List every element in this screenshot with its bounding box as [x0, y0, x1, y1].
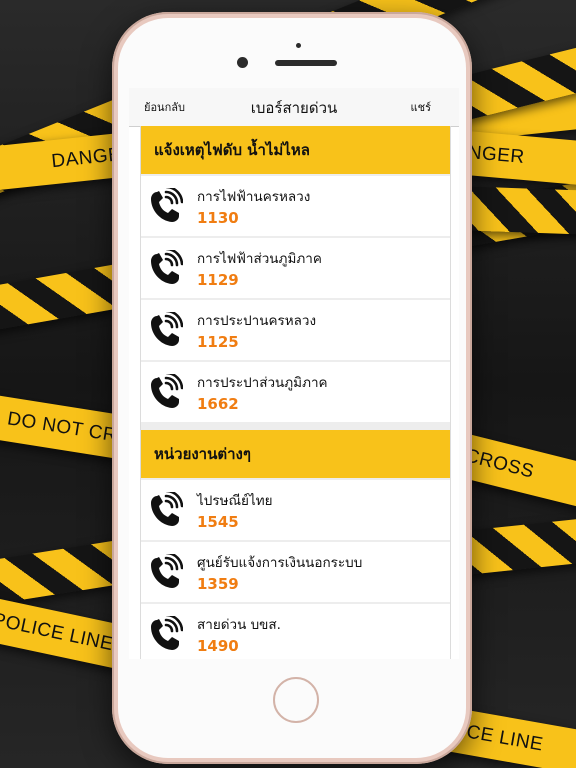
hotline-name: การไฟฟ้านครหลวง — [197, 189, 311, 205]
hotline-name: การประปาส่วนภูมิภาค — [197, 375, 328, 391]
hotline-list: แจ้งเหตุไฟดับ น้ำไม่ไหลการไฟฟ้านครหลวง 11… — [140, 126, 451, 659]
phone-call-icon — [149, 247, 184, 286]
hotline-row[interactable]: ศูนย์รับแจ้งการเงินนอกระบบ 1359 — [141, 542, 450, 602]
section-header: แจ้งเหตุไฟดับ น้ำไม่ไหล — [141, 126, 450, 174]
phone-call-icon — [149, 309, 184, 348]
hotline-row[interactable]: การไฟฟ้านครหลวง 1130 — [141, 176, 450, 236]
phone-call-icon — [149, 371, 184, 410]
hotline-row[interactable]: การประปานครหลวง 1125 — [141, 300, 450, 360]
hotline-name: การไฟฟ้าส่วนภูมิภาค — [197, 251, 322, 267]
hotline-row[interactable]: ไปรษณีย์ไทย 1545 — [141, 480, 450, 540]
share-button[interactable]: แชร์ — [411, 98, 431, 116]
page-title: เบอร์สายด่วน — [250, 99, 338, 117]
proximity-sensor — [296, 43, 301, 48]
phone-call-icon — [149, 551, 184, 590]
hotline-name: การประปานครหลวง — [197, 313, 317, 329]
hotline-number: 1129 — [197, 271, 239, 289]
hotline-number: 1545 — [197, 513, 239, 531]
home-button[interactable] — [273, 677, 319, 723]
hotline-number: 1125 — [197, 333, 239, 351]
earpiece-speaker — [275, 60, 337, 66]
hotline-number: 1662 — [197, 395, 239, 413]
hotline-name: ไปรษณีย์ไทย — [197, 493, 273, 509]
app-screen: ย้อนกลับ เบอร์สายด่วน แชร์ แจ้งเหตุไฟดับ… — [129, 88, 459, 659]
front-camera — [237, 57, 248, 68]
hotline-name: สายด่วน บขส. — [197, 617, 281, 633]
hotline-number: 1490 — [197, 637, 239, 655]
hotline-number: 1130 — [197, 209, 239, 227]
navigation-bar: ย้อนกลับ เบอร์สายด่วน แชร์ — [129, 88, 459, 127]
phone-call-icon — [149, 613, 184, 652]
hotline-name: ศูนย์รับแจ้งการเงินนอกระบบ — [197, 555, 363, 571]
phone-call-icon — [149, 489, 184, 528]
hotline-row[interactable]: การไฟฟ้าส่วนภูมิภาค 1129 — [141, 238, 450, 298]
hotline-row[interactable]: สายด่วน บขส. 1490 — [141, 604, 450, 659]
phone-call-icon — [149, 185, 184, 224]
section-header: หน่วยงานต่างๆ — [141, 430, 450, 478]
hotline-row[interactable]: การประปาส่วนภูมิภาค 1662 — [141, 362, 450, 422]
hotline-number: 1359 — [197, 575, 239, 593]
